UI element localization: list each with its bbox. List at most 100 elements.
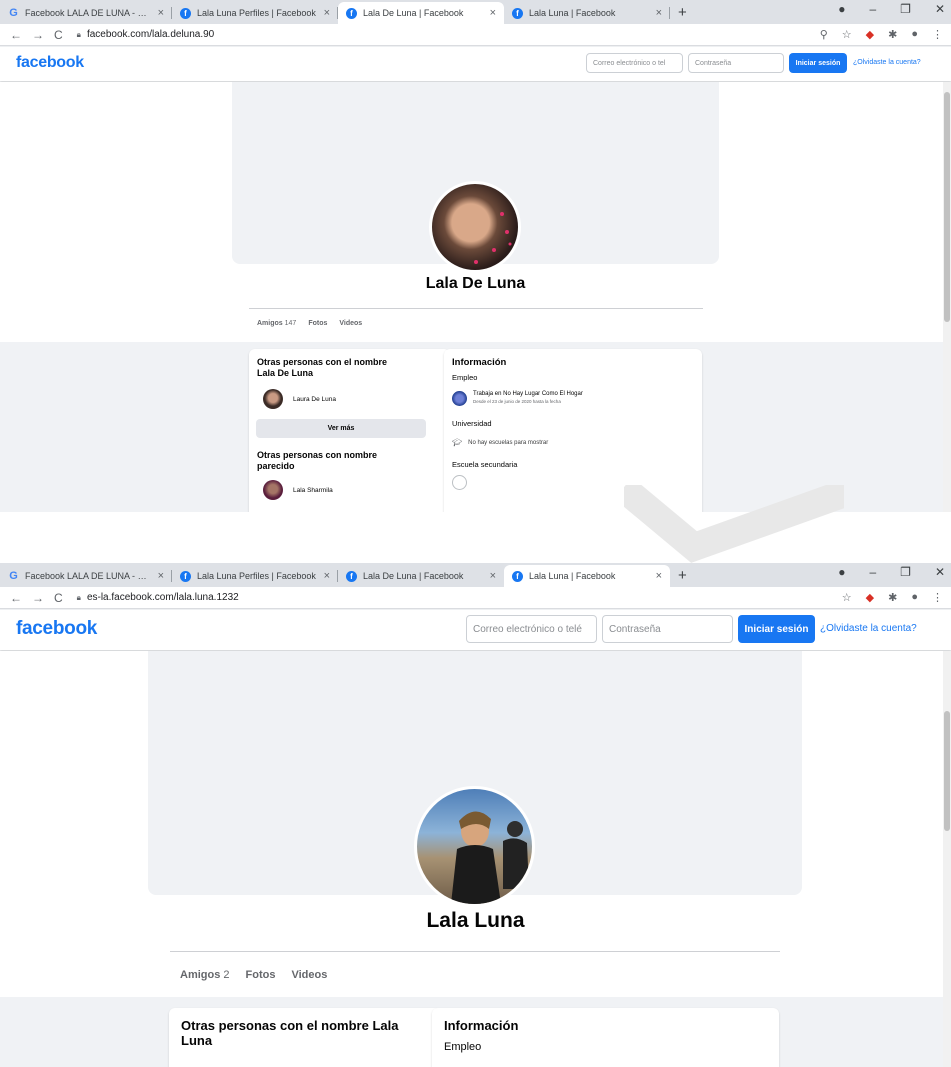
close-window-icon[interactable]: ✕ [935, 2, 945, 16]
person-item[interactable]: Laura De Luna [263, 389, 442, 409]
profile-icon[interactable]: ● [911, 28, 918, 41]
forward-icon[interactable]: → [32, 28, 44, 42]
browser-tab[interactable]: f Lala Luna | Facebook × [504, 2, 670, 24]
back-icon[interactable]: ← [10, 591, 22, 605]
scrollbar[interactable] [943, 651, 951, 1067]
scrollbar-thumb[interactable] [944, 711, 950, 831]
back-icon[interactable]: ← [10, 28, 22, 42]
puzzle-icon[interactable]: ✱ [888, 591, 897, 604]
close-tab-icon[interactable]: × [158, 7, 164, 19]
browser-toolbar: ☆ ◆ ✱ ● ⋮ [842, 591, 943, 604]
tab-label: Lala Luna Perfiles | Facebook [197, 571, 316, 581]
scrollbar-thumb[interactable] [944, 92, 950, 322]
tab-label: Lala Luna | Facebook [529, 8, 616, 18]
close-tab-icon[interactable]: × [324, 7, 330, 19]
tab-label: Lala Luna Perfiles | Facebook [197, 8, 316, 18]
employment-label: Empleo [452, 373, 478, 382]
new-tab-icon[interactable]: + [670, 565, 695, 587]
browser-tab[interactable]: f Lala Luna Perfiles | Facebook × [172, 2, 338, 24]
restore-icon[interactable]: ❐ [900, 565, 911, 579]
tab-photos[interactable]: Fotos [246, 969, 276, 981]
minimize-icon[interactable]: – [869, 565, 876, 579]
email-field[interactable]: Correo electrónico o tel [586, 53, 683, 73]
screenshot-lala-luna: G Facebook LALA DE LUNA - Busca × f Lala… [0, 563, 951, 1067]
profile-icon[interactable]: ● [911, 591, 918, 604]
forward-icon[interactable]: → [32, 591, 44, 605]
graduation-cap-icon: 🎓︎ [452, 438, 463, 447]
login-button[interactable]: Iniciar sesión [789, 53, 847, 73]
record-icon[interactable]: ● [838, 565, 845, 579]
forgot-account-link[interactable]: ¿Olvidaste la cuenta? [820, 623, 917, 634]
email-field[interactable]: Correo electrónico o telé [466, 615, 597, 643]
extension-icon[interactable]: ◆ [866, 591, 874, 604]
restore-icon[interactable]: ❐ [900, 2, 911, 16]
url-field[interactable]: es-la.facebook.com/lala.luna.1232 [87, 592, 239, 603]
tab-label: Facebook LALA DE LUNA - Busca [25, 8, 152, 18]
tab-videos[interactable]: Videos [339, 320, 362, 327]
bookmark-star-icon[interactable]: ☆ [842, 28, 852, 41]
extension-icon[interactable]: ◆ [866, 28, 874, 41]
close-tab-icon[interactable]: × [324, 570, 330, 582]
job-date: Desde el 23 de junio de 2020 hasta la fe… [473, 399, 561, 404]
browser-tab-active[interactable]: f Lala De Luna | Facebook × [338, 2, 504, 24]
password-field[interactable]: Contraseña [688, 53, 784, 73]
similar-title: Otras personas con nombre parecido [257, 450, 378, 471]
tab-photos[interactable]: Fotos [308, 320, 327, 327]
window-controls: ● – ❐ ✕ [838, 2, 945, 16]
zoom-icon[interactable]: ⚲ [820, 28, 828, 41]
address-bar: ← → C 🔒︎ es-la.facebook.com/lala.luna.12… [0, 587, 951, 609]
facebook-icon: f [180, 7, 191, 19]
facebook-logo[interactable]: facebook [16, 54, 84, 72]
record-icon[interactable]: ● [838, 2, 845, 16]
facebook-icon: f [512, 570, 523, 582]
close-tab-icon[interactable]: × [158, 570, 164, 582]
close-window-icon[interactable]: ✕ [935, 565, 945, 579]
scrollbar[interactable] [943, 82, 951, 512]
close-tab-icon[interactable]: × [490, 570, 496, 582]
avatar [263, 480, 283, 500]
browser-tab-active[interactable]: f Lala Luna | Facebook × [504, 565, 670, 587]
forgot-account-link[interactable]: ¿Olvidaste la cuenta? [853, 59, 921, 66]
browser-tab[interactable]: f Lala Luna Perfiles | Facebook × [172, 565, 338, 587]
profile-picture[interactable] [429, 181, 521, 273]
bookmark-star-icon[interactable]: ☆ [842, 591, 852, 604]
password-field[interactable]: Contraseña [602, 615, 733, 643]
job-text: Trabaja en No Hay Lugar Como El Hogar [473, 391, 583, 397]
login-button[interactable]: Iniciar sesión [738, 615, 815, 643]
profile-picture[interactable] [414, 786, 535, 907]
browser-tab[interactable]: f Lala De Luna | Facebook × [338, 565, 504, 587]
menu-icon[interactable]: ⋮ [932, 28, 943, 41]
browser-tab[interactable]: G Facebook LALA DE LUNA - Busca × [0, 2, 172, 24]
company-logo [452, 391, 467, 406]
person-item[interactable]: Lala Sharmila [263, 480, 442, 500]
puzzle-icon[interactable]: ✱ [888, 28, 897, 41]
info-card: Información Empleo [432, 1008, 779, 1067]
new-tab-icon[interactable]: + [670, 2, 695, 24]
close-tab-icon[interactable]: × [656, 7, 662, 19]
url-field[interactable]: facebook.com/lala.deluna.90 [87, 29, 214, 40]
card-title: Otras personas con el nombre Lala De Lun… [257, 357, 388, 378]
profile-name: Lala Luna [426, 909, 525, 932]
tab-friends[interactable]: Amigos 147 [257, 320, 296, 327]
browser-tab[interactable]: G Facebook LALA DE LUNA - Busca × [0, 565, 172, 587]
friends-count: 147 [284, 320, 297, 327]
other-people-card: Otras personas con el nombre Lala Luna [169, 1008, 441, 1067]
close-tab-icon[interactable]: × [490, 7, 496, 19]
info-title: Información [452, 357, 507, 368]
minimize-icon[interactable]: – [869, 2, 876, 16]
friends-count: 2 [223, 969, 230, 981]
facebook-icon: f [346, 570, 357, 582]
menu-icon[interactable]: ⋮ [932, 591, 943, 604]
google-icon: G [9, 7, 18, 19]
tab-videos[interactable]: Videos [291, 969, 327, 981]
tab-friends[interactable]: Amigos 2 [180, 969, 230, 981]
reload-icon[interactable]: C [54, 28, 63, 42]
facebook-logo[interactable]: facebook [16, 618, 97, 640]
person-name: Laura De Luna [293, 395, 337, 403]
see-more-button[interactable]: Ver más [256, 419, 426, 438]
reload-icon[interactable]: C [54, 591, 63, 605]
university-label: Universidad [452, 419, 492, 428]
avatar [263, 389, 283, 409]
close-tab-icon[interactable]: × [656, 570, 662, 582]
no-school-row: 🎓︎ No hay escuelas para mostrar [452, 438, 694, 447]
